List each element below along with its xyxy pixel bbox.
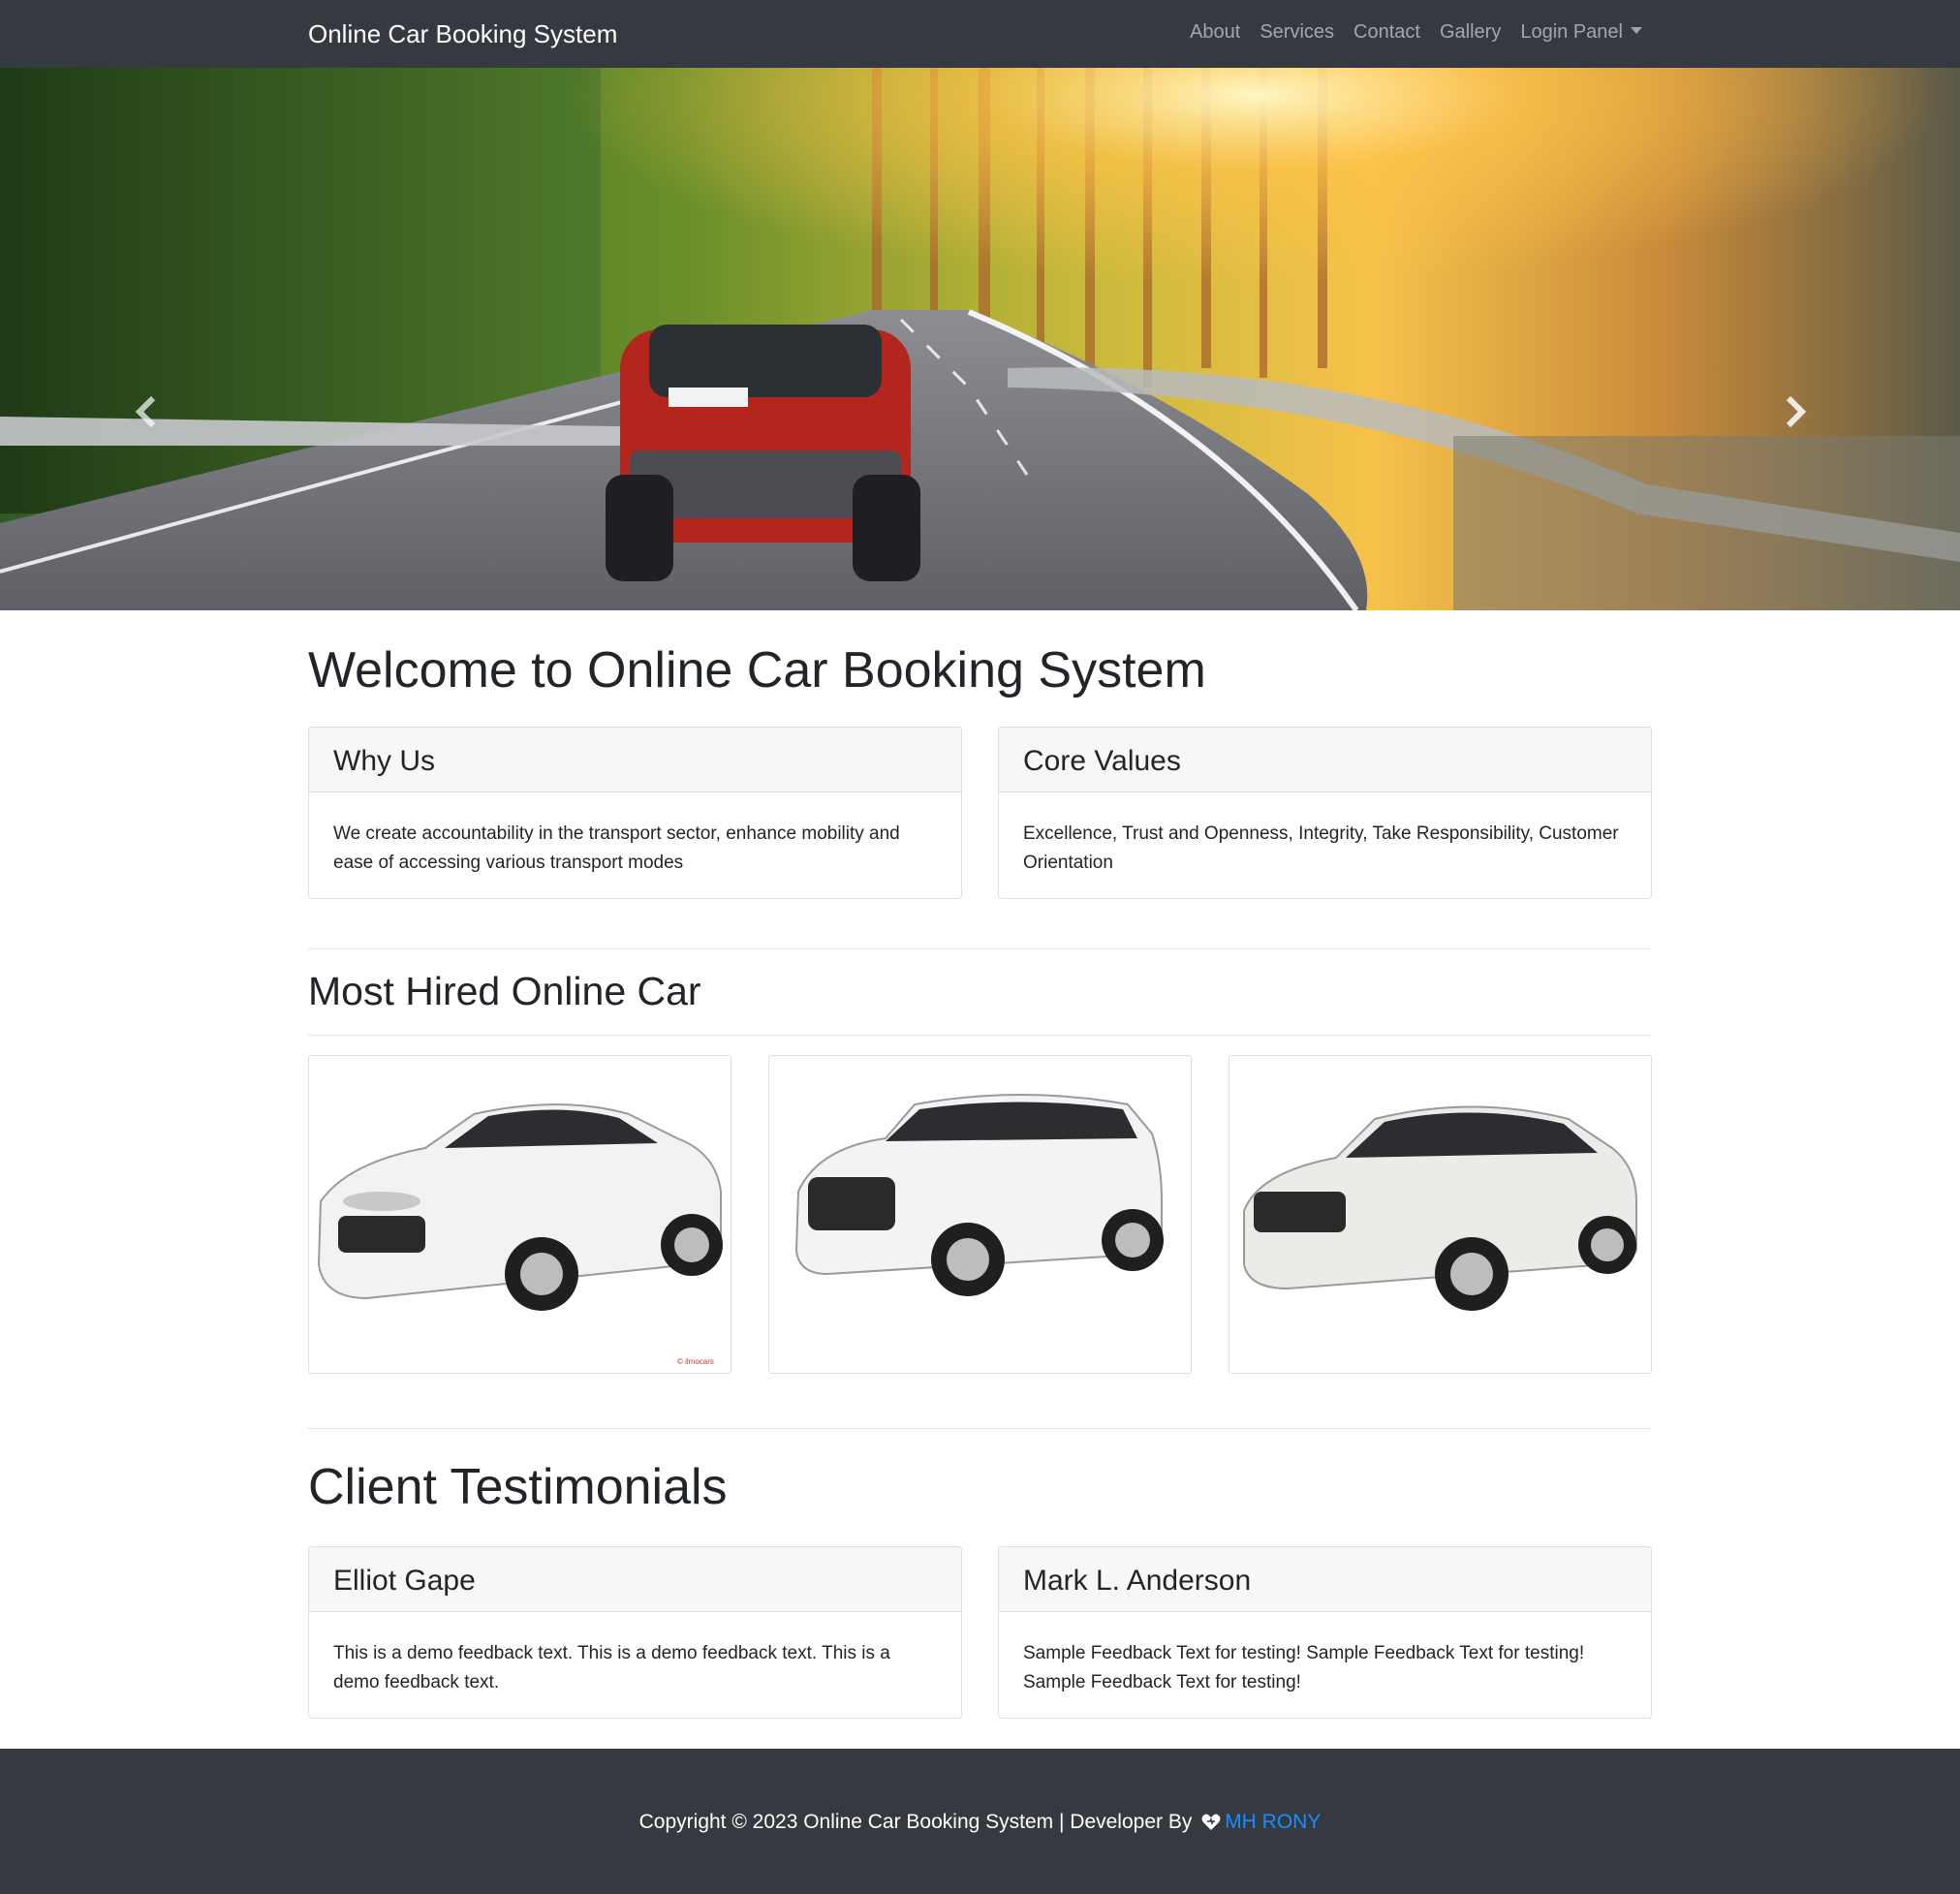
- nav-links: About Services Contact Gallery Login Pan…: [1190, 21, 1642, 44]
- hero-image: [0, 68, 1960, 610]
- testimonials-heading: Client Testimonials: [308, 1459, 728, 1515]
- heart-icon: [1201, 1814, 1221, 1831]
- testimonial-text: This is a demo feedback text. This is a …: [333, 1643, 890, 1692]
- car-image-sedan: © ilmocars: [317, 1103, 723, 1366]
- why-us-card: Why Us We create accountability in the t…: [308, 727, 962, 899]
- footer: Copyright © 2023 Online Car Booking Syst…: [0, 1749, 1960, 1894]
- testimonial-name: Elliot Gape: [309, 1547, 961, 1612]
- car-image-suv: [794, 1094, 1164, 1296]
- core-values-title: Core Values: [999, 728, 1651, 792]
- chevron-left-icon: [135, 395, 156, 428]
- carousel-prev-button[interactable]: [128, 392, 167, 431]
- chevron-right-icon: [1786, 395, 1807, 428]
- footer-copyright: Copyright © 2023 Online Car Booking Syst…: [0, 1811, 1960, 1834]
- login-panel-dropdown[interactable]: Login Panel: [1520, 21, 1642, 44]
- car-image-subaru: [1243, 1105, 1637, 1311]
- testimonial-card: Elliot Gape This is a demo feedback text…: [308, 1546, 962, 1719]
- most-hired-heading: Most Hired Online Car: [308, 969, 701, 1013]
- nav-link-gallery[interactable]: Gallery: [1440, 21, 1501, 44]
- testimonial-name: Mark L. Anderson: [999, 1547, 1651, 1612]
- copyright-text: Copyright © 2023 Online Car Booking Syst…: [638, 1811, 1193, 1833]
- hero-carousel: [0, 68, 1960, 610]
- welcome-heading: Welcome to Online Car Booking System: [308, 642, 1206, 699]
- core-values-text: Excellence, Trust and Openness, Integrit…: [1023, 823, 1619, 873]
- car-watermark: © ilmocars: [677, 1357, 714, 1366]
- testimonial-card: Mark L. Anderson Sample Feedback Text fo…: [998, 1546, 1652, 1719]
- core-values-card: Core Values Excellence, Trust and Openne…: [998, 727, 1652, 899]
- navbar: Online Car Booking System About Services…: [0, 0, 1960, 68]
- why-us-text: We create accountability in the transpor…: [333, 823, 900, 873]
- car-card-suv[interactable]: [768, 1055, 1192, 1374]
- divider: [308, 1428, 1652, 1429]
- testimonial-text: Sample Feedback Text for testing! Sample…: [1023, 1643, 1585, 1692]
- caret-down-icon: [1631, 27, 1642, 35]
- nav-link-services[interactable]: Services: [1260, 21, 1334, 44]
- login-panel-label: Login Panel: [1520, 21, 1623, 43]
- carousel-next-button[interactable]: [1775, 392, 1814, 431]
- car-card-sedan[interactable]: © ilmocars: [308, 1055, 731, 1374]
- why-us-title: Why Us: [309, 728, 961, 792]
- nav-link-about[interactable]: About: [1190, 21, 1240, 44]
- developer-link[interactable]: MH RONY: [1225, 1811, 1321, 1833]
- divider: [308, 948, 1652, 949]
- divider: [308, 1035, 1652, 1036]
- navbar-brand[interactable]: Online Car Booking System: [308, 19, 617, 49]
- car-card-subaru[interactable]: [1229, 1055, 1652, 1374]
- nav-link-contact[interactable]: Contact: [1353, 21, 1420, 44]
